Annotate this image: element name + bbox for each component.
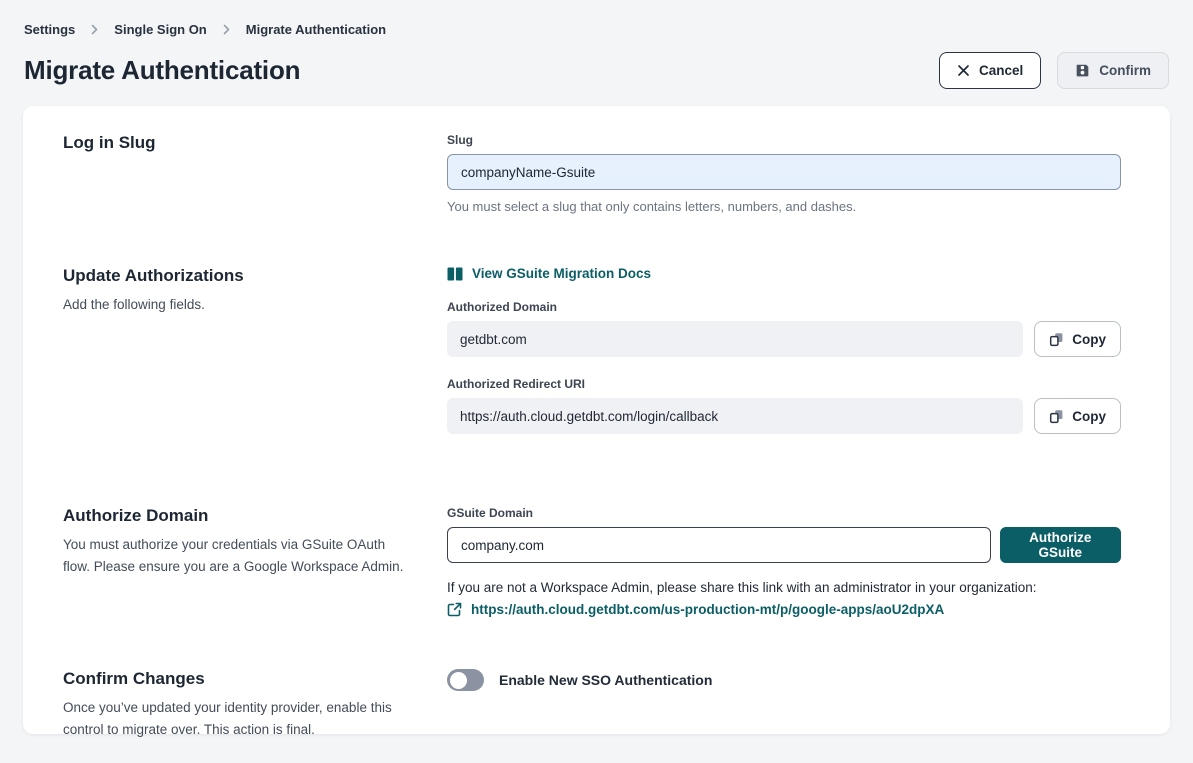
gsuite-migration-docs-link[interactable]: View GSuite Migration Docs xyxy=(447,266,651,281)
settings-card: Log in Slug Slug You must select a slug … xyxy=(23,106,1170,734)
cancel-button[interactable]: Cancel xyxy=(939,52,1041,89)
copy-button-label: Copy xyxy=(1072,332,1106,347)
gsuite-domain-input[interactable] xyxy=(447,527,991,563)
header-actions: Cancel Confirm xyxy=(939,52,1169,89)
chevron-right-icon xyxy=(221,24,232,35)
authorized-domain-value: getdbt.com xyxy=(447,321,1023,357)
breadcrumb-single-sign-on[interactable]: Single Sign On xyxy=(114,22,206,37)
admin-share-link[interactable]: https://auth.cloud.getdbt.com/us-product… xyxy=(471,602,944,617)
toggle-knob xyxy=(450,672,467,689)
external-link-icon xyxy=(447,602,462,617)
copy-authorized-domain-button[interactable]: Copy xyxy=(1034,321,1121,357)
authorize-domain-description: You must authorize your credentials via … xyxy=(63,534,407,577)
confirm-changes-heading: Confirm Changes xyxy=(63,669,407,689)
update-authorizations-heading: Update Authorizations xyxy=(63,266,407,286)
login-slug-heading: Log in Slug xyxy=(63,133,407,153)
book-icon xyxy=(447,267,463,281)
close-icon xyxy=(957,64,970,77)
page-header: Settings Single Sign On Migrate Authenti… xyxy=(0,0,1193,89)
enable-sso-toggle[interactable] xyxy=(447,669,484,691)
gsuite-migration-docs-link-label: View GSuite Migration Docs xyxy=(472,266,651,281)
slug-help-text: You must select a slug that only contain… xyxy=(447,199,1121,214)
copy-redirect-uri-button[interactable]: Copy xyxy=(1034,398,1121,434)
chevron-right-icon xyxy=(89,24,100,35)
gsuite-domain-label: GSuite Domain xyxy=(447,506,1121,520)
update-authorizations-description: Add the following fields. xyxy=(63,294,407,316)
confirm-changes-description: Once you’ve updated your identity provid… xyxy=(63,697,407,740)
copy-button-label: Copy xyxy=(1072,409,1106,424)
title-row: Migrate Authentication Cancel Confirm xyxy=(24,52,1169,89)
authorized-redirect-uri-value: https://auth.cloud.getdbt.com/login/call… xyxy=(447,398,1023,434)
copy-icon xyxy=(1049,409,1064,424)
authorized-domain-group: Authorized Domain getdbt.com Copy xyxy=(447,300,1121,357)
authorize-gsuite-button[interactable]: Authorize GSuite xyxy=(1000,527,1121,563)
section-update-authorizations: Update Authorizations Add the following … xyxy=(63,266,1121,454)
breadcrumb: Settings Single Sign On Migrate Authenti… xyxy=(24,22,1169,37)
section-authorize-domain: Authorize Domain You must authorize your… xyxy=(63,506,1121,617)
section-login-slug: Log in Slug Slug You must select a slug … xyxy=(63,133,1121,214)
enable-sso-toggle-label: Enable New SSO Authentication xyxy=(499,672,712,688)
copy-icon xyxy=(1049,332,1064,347)
confirm-button-label: Confirm xyxy=(1099,63,1151,78)
breadcrumb-settings[interactable]: Settings xyxy=(24,22,75,37)
authorized-redirect-uri-label: Authorized Redirect URI xyxy=(447,377,1121,391)
page-title: Migrate Authentication xyxy=(24,55,300,86)
cancel-button-label: Cancel xyxy=(979,63,1023,78)
authorized-redirect-uri-group: Authorized Redirect URI https://auth.clo… xyxy=(447,377,1121,434)
authorized-domain-label: Authorized Domain xyxy=(447,300,1121,314)
confirm-button[interactable]: Confirm xyxy=(1057,52,1169,89)
breadcrumb-migrate-authentication: Migrate Authentication xyxy=(246,22,386,37)
authorize-domain-heading: Authorize Domain xyxy=(63,506,407,526)
workspace-admin-note: If you are not a Workspace Admin, please… xyxy=(447,580,1121,595)
save-icon xyxy=(1075,63,1090,78)
slug-label: Slug xyxy=(447,133,1121,147)
slug-input[interactable] xyxy=(447,154,1121,190)
section-confirm-changes: Confirm Changes Once you’ve updated your… xyxy=(63,669,1121,740)
